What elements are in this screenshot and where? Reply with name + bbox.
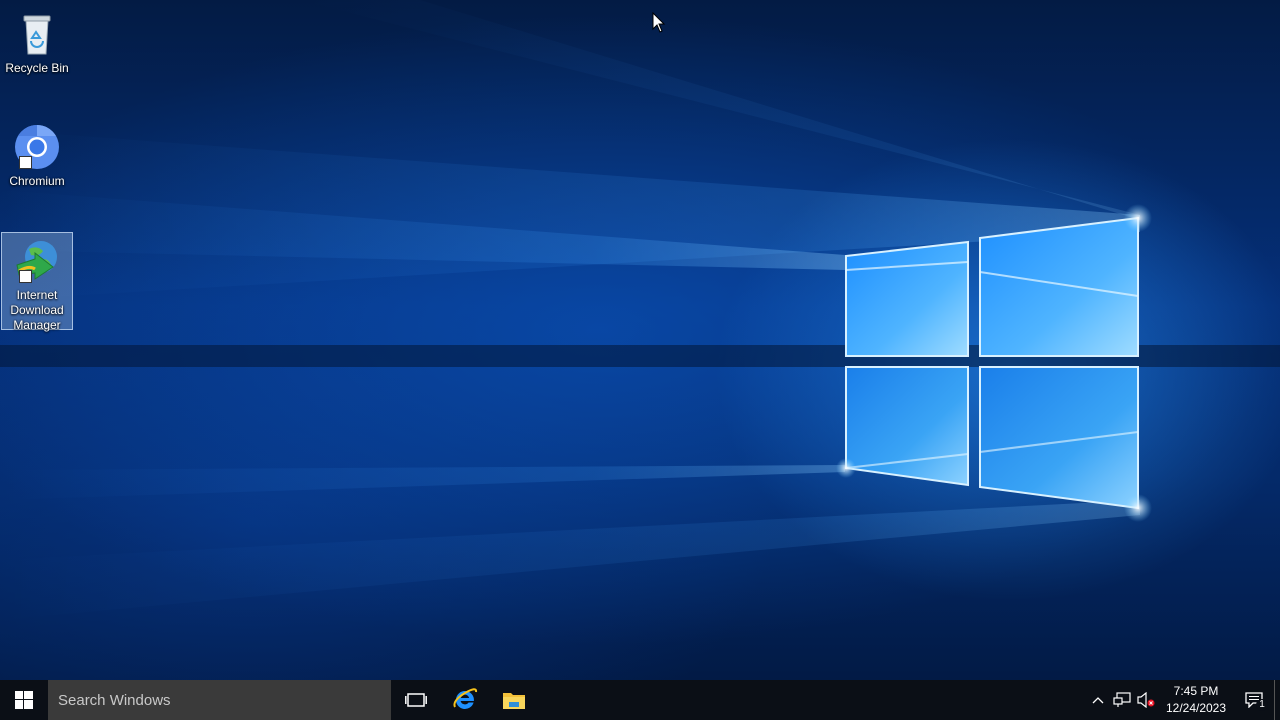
search-input[interactable] bbox=[56, 690, 380, 710]
mouse-cursor-icon bbox=[652, 12, 666, 33]
idm-icon bbox=[13, 237, 61, 285]
start-button[interactable] bbox=[0, 680, 48, 720]
task-view-button[interactable] bbox=[391, 680, 440, 720]
desktop-icon-recycle-bin[interactable]: Recycle Bin bbox=[1, 6, 73, 78]
taskbar: 7:45 PM 12/24/2023 1 bbox=[0, 680, 1280, 720]
windows-logo-icon bbox=[15, 691, 33, 709]
system-tray: 7:45 PM 12/24/2023 1 bbox=[1086, 680, 1280, 720]
action-center-button[interactable]: 1 bbox=[1234, 680, 1274, 720]
chevron-up-icon bbox=[1092, 697, 1104, 704]
volume-muted-icon bbox=[1137, 692, 1155, 708]
internet-explorer-button[interactable] bbox=[440, 680, 489, 720]
desktop-icon-chromium[interactable]: Chromium bbox=[1, 119, 73, 191]
desktop-icon-label: Internet Download Manager bbox=[10, 288, 64, 332]
task-view-icon bbox=[404, 693, 427, 707]
shortcut-arrow-icon bbox=[19, 270, 32, 283]
clock-date: 12/24/2023 bbox=[1165, 701, 1227, 715]
clock[interactable]: 7:45 PM 12/24/2023 bbox=[1162, 680, 1230, 720]
file-explorer-button[interactable] bbox=[489, 680, 538, 720]
desktop-icon-label: Chromium bbox=[9, 174, 65, 188]
volume-button[interactable] bbox=[1134, 680, 1158, 720]
show-desktop-button[interactable] bbox=[1274, 680, 1280, 720]
wallpaper bbox=[0, 0, 1280, 620]
network-icon bbox=[1113, 692, 1131, 707]
desktop[interactable]: Recycle Bin Chromium Internet Download M… bbox=[0, 0, 1280, 680]
internet-explorer-icon bbox=[453, 688, 477, 709]
clock-time: 7:45 PM bbox=[1173, 684, 1219, 698]
desktop-icon-internet-download-manager[interactable]: Internet Download Manager bbox=[1, 232, 73, 332]
notification-count-badge: 1 bbox=[1256, 699, 1268, 711]
file-explorer-icon bbox=[502, 693, 525, 709]
shortcut-arrow-icon bbox=[19, 156, 32, 169]
show-hidden-icons-button[interactable] bbox=[1086, 680, 1110, 720]
chromium-icon bbox=[13, 123, 61, 171]
recycle-bin-icon bbox=[13, 10, 61, 58]
network-button[interactable] bbox=[1110, 680, 1134, 720]
desktop-icon-label: Recycle Bin bbox=[5, 61, 69, 75]
search-box[interactable] bbox=[48, 680, 391, 720]
